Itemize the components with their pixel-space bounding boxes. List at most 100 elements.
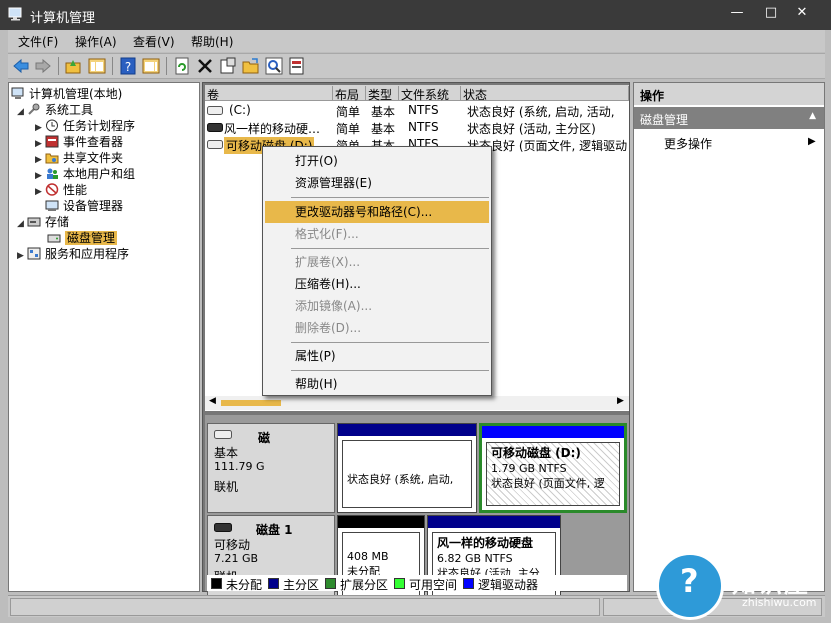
menu-item-properties[interactable]: 属性(P) [265, 345, 489, 367]
show-hide-tree-icon[interactable] [88, 57, 106, 75]
tree-item-local-users[interactable]: ▶ 本地用户和组 [35, 165, 135, 181]
partition-body: 状态良好 (系统, 启动, [342, 440, 472, 508]
expand-arrow-icon[interactable]: ▶ [35, 171, 45, 181]
properties-icon[interactable] [219, 57, 237, 75]
menu-item-add-mirror[interactable]: 添加镜像(A)... [265, 295, 489, 317]
column-header-volume[interactable]: 卷 [205, 86, 333, 102]
menu-item-shrink-volume[interactable]: 压缩卷(H)... [265, 273, 489, 295]
tree-label-selected: 磁盘管理 [65, 231, 118, 245]
back-icon[interactable] [12, 57, 30, 75]
partition-body: 可移动磁盘 (D:) 1.79 GB NTFS 状态良好 (页面文件, 逻 [486, 442, 620, 506]
forward-icon[interactable] [34, 57, 52, 75]
menu-item-change-drive-letter[interactable]: 更改驱动器号和路径(C)... [265, 201, 489, 223]
disk-0-info[interactable]: 磁 基本 111.79 G 联机 [207, 423, 335, 513]
computer-management-window: 计算机管理 — □ ✕ 文件(F) 操作(A) 查看(V) 帮助(H) ? 计算… [0, 0, 831, 623]
clock-icon [46, 119, 58, 132]
watermark-url: zhishiwu.com [742, 596, 817, 609]
tree-item-system-tools[interactable]: ◢ 系统工具 [17, 101, 93, 117]
partition-bar [482, 426, 624, 438]
volume-list-header: 卷 布局 类型 文件系统 状态 [205, 85, 629, 102]
more-actions-item[interactable]: 更多操作 [664, 135, 712, 152]
menu-item-format[interactable]: 格式化(F)... [265, 223, 489, 245]
collapse-arrow-icon[interactable]: ◢ [17, 219, 27, 229]
delete-icon[interactable] [196, 57, 214, 75]
services-icon [27, 247, 41, 260]
menu-action[interactable]: 操作(A) [75, 33, 117, 50]
expand-arrow-icon[interactable]: ▶ [35, 123, 45, 133]
menu-item-open[interactable]: 打开(O) [265, 150, 489, 172]
toolbar-separator [58, 57, 59, 75]
actions-section-disk-management[interactable]: 磁盘管理 ▲ [634, 107, 824, 129]
device-manager-icon [45, 200, 59, 211]
disk-icon [214, 430, 232, 439]
volume-row[interactable]: 风一样的移动硬… 简单 基本 NTFS 状态良好 (活动, 主分区) [205, 119, 629, 136]
column-header-filesystem[interactable]: 文件系统 [399, 86, 461, 102]
drive-icon [207, 140, 223, 149]
actions-header: 操作 [634, 83, 824, 105]
up-icon[interactable] [64, 57, 82, 75]
menu-separator [291, 342, 489, 343]
svg-text:?: ? [125, 60, 131, 74]
expand-arrow-icon[interactable]: ▶ [17, 251, 27, 261]
window-title: 计算机管理 [30, 11, 96, 26]
tree-item-root[interactable]: 计算机管理(本地) [11, 85, 122, 101]
partition-bar [338, 424, 476, 436]
legend: 未分配 主分区 扩展分区 可用空间 逻辑驱动器 [207, 575, 627, 592]
column-header-layout[interactable]: 布局 [333, 86, 366, 102]
collapse-section-icon[interactable]: ▲ [809, 111, 816, 121]
menu-view[interactable]: 查看(V) [133, 33, 175, 50]
expand-arrow-icon[interactable]: ▶ [35, 155, 45, 165]
storage-icon [27, 217, 41, 227]
expand-arrow-icon[interactable]: ▶ [35, 187, 45, 197]
menu-item-explorer[interactable]: 资源管理器(E) [265, 172, 489, 194]
tree-item-storage[interactable]: ◢ 存储 [17, 213, 69, 229]
title-bar[interactable]: 计算机管理 — □ ✕ [0, 0, 831, 30]
menu-item-help[interactable]: 帮助(H) [265, 373, 489, 395]
close-button[interactable]: ✕ [787, 2, 817, 24]
legend-swatch-extended [325, 578, 336, 589]
disk-graphical-view: 磁 基本 111.79 G 联机 状态良好 (系统, 启动, 可移动磁盘 (D:… [205, 415, 629, 603]
column-header-type[interactable]: 类型 [366, 86, 399, 102]
disk-management-icon [47, 234, 61, 243]
tree-item-device-manager[interactable]: 设备管理器 [45, 197, 123, 213]
menu-item-extend-volume[interactable]: 扩展卷(X)... [265, 251, 489, 273]
menu-item-delete-volume[interactable]: 删除卷(D)... [265, 317, 489, 339]
watermark-text: 知识屋 [732, 570, 810, 598]
tree-item-services-apps[interactable]: ▶ 服务和应用程序 [17, 245, 129, 261]
drive-icon [207, 106, 223, 115]
tree-item-task-scheduler[interactable]: ▶ 任务计划程序 [35, 117, 135, 133]
volume-row[interactable]: (C:) 简单 基本 NTFS 状态良好 (系统, 启动, 活动, [205, 102, 629, 119]
drive-icon [207, 123, 223, 132]
performance-icon [45, 183, 59, 196]
toolbar: ? [8, 53, 825, 79]
scroll-left-icon[interactable]: ◀ [209, 396, 216, 406]
collapse-arrow-icon[interactable]: ◢ [17, 107, 27, 117]
partition-c[interactable]: 状态良好 (系统, 启动, [337, 423, 477, 513]
partition-bar [428, 516, 560, 528]
tree-item-disk-management[interactable]: 磁盘管理 [47, 229, 118, 245]
tree-item-shared-folders[interactable]: ▶ 共享文件夹 [35, 149, 123, 165]
column-header-status[interactable]: 状态 [461, 86, 629, 102]
tree-item-event-viewer[interactable]: ▶ 事件查看器 [35, 133, 123, 149]
minimize-button[interactable]: — [722, 2, 752, 24]
properties-view-icon[interactable] [142, 57, 160, 75]
menu-help[interactable]: 帮助(H) [191, 33, 233, 50]
help-topic-icon[interactable] [288, 57, 306, 75]
horizontal-scrollbar[interactable]: ◀ ▶ [205, 396, 629, 410]
help-icon[interactable]: ? [119, 57, 137, 75]
menu-separator [291, 248, 489, 249]
search-icon[interactable] [265, 57, 283, 75]
open-icon[interactable] [242, 57, 260, 75]
refresh-icon[interactable] [173, 57, 191, 75]
status-cell [10, 598, 600, 616]
computer-management-icon [8, 7, 22, 21]
menu-separator [291, 370, 489, 371]
tree-item-performance[interactable]: ▶ 性能 [35, 181, 87, 197]
expand-arrow-icon[interactable]: ▶ [35, 139, 45, 149]
menu-file[interactable]: 文件(F) [18, 33, 58, 50]
console-tree: 计算机管理(本地) ◢ 系统工具 ▶ 任务计划程序 ▶ 事件查看器 ▶ 共享文件夹 ▶ 本… [8, 82, 200, 592]
partition-d-selected[interactable]: 可移动磁盘 (D:) 1.79 GB NTFS 状态良好 (页面文件, 逻 [479, 423, 627, 513]
scroll-right-icon[interactable]: ▶ [617, 396, 624, 406]
maximize-button[interactable]: □ [756, 2, 786, 24]
scrollbar-thumb[interactable] [221, 400, 281, 406]
